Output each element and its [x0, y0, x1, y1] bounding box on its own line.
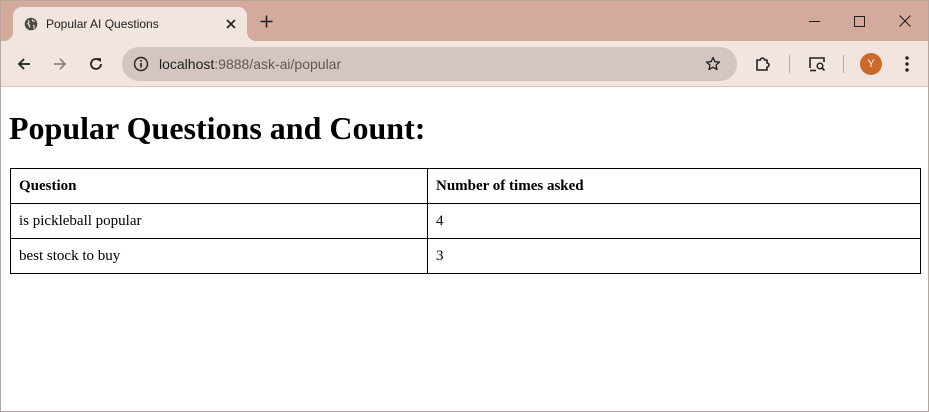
count-cell: 4 — [427, 203, 921, 239]
popular-questions-table: Question Number of times asked is pickle… — [10, 168, 921, 274]
table-header-row: Question Number of times asked — [10, 168, 921, 204]
tab-strip: Popular AI Questions — [1, 1, 928, 41]
globe-icon — [23, 16, 39, 32]
address-bar[interactable]: localhost:9888/ask-ai/popular — [122, 47, 737, 81]
toolbar-divider — [789, 55, 790, 73]
table-row: best stock to buy 3 — [10, 238, 921, 274]
more-vertical-icon[interactable] — [895, 52, 919, 76]
page-content: Popular Questions and Count: Question Nu… — [1, 88, 928, 411]
toolbar-divider — [843, 55, 844, 73]
extensions-icon[interactable] — [751, 52, 775, 76]
maximize-icon[interactable] — [837, 6, 881, 36]
count-cell: 3 — [427, 238, 921, 274]
table-row: is pickleball popular 4 — [10, 203, 921, 239]
reload-icon[interactable] — [84, 52, 108, 76]
column-header-question: Question — [10, 168, 428, 204]
forward-arrow-icon[interactable] — [48, 52, 72, 76]
question-cell: is pickleball popular — [10, 203, 428, 239]
browser-window: Popular AI Questions localhost:9888/ask-… — [0, 0, 929, 412]
column-header-count: Number of times asked — [427, 168, 921, 204]
cast-search-icon[interactable] — [805, 52, 829, 76]
tab-popular-ai-questions[interactable]: Popular AI Questions — [13, 7, 247, 41]
url-text: localhost:9888/ask-ai/popular — [159, 56, 341, 72]
profile-avatar[interactable]: Y — [860, 53, 882, 75]
question-cell: best stock to buy — [10, 238, 428, 274]
site-info-icon[interactable] — [130, 53, 152, 75]
tab-title: Popular AI Questions — [46, 17, 159, 31]
page-title: Popular Questions and Count: — [9, 110, 426, 146]
url-path: :9888/ask-ai/popular — [214, 56, 342, 72]
url-host: localhost — [159, 56, 215, 72]
window-close-icon[interactable] — [883, 6, 927, 36]
star-icon[interactable] — [703, 54, 723, 74]
minimize-icon[interactable] — [792, 6, 836, 36]
plus-icon[interactable] — [255, 10, 277, 32]
browser-toolbar: localhost:9888/ask-ai/popular Y — [1, 41, 928, 87]
back-arrow-icon[interactable] — [12, 52, 36, 76]
close-icon[interactable] — [221, 14, 241, 34]
